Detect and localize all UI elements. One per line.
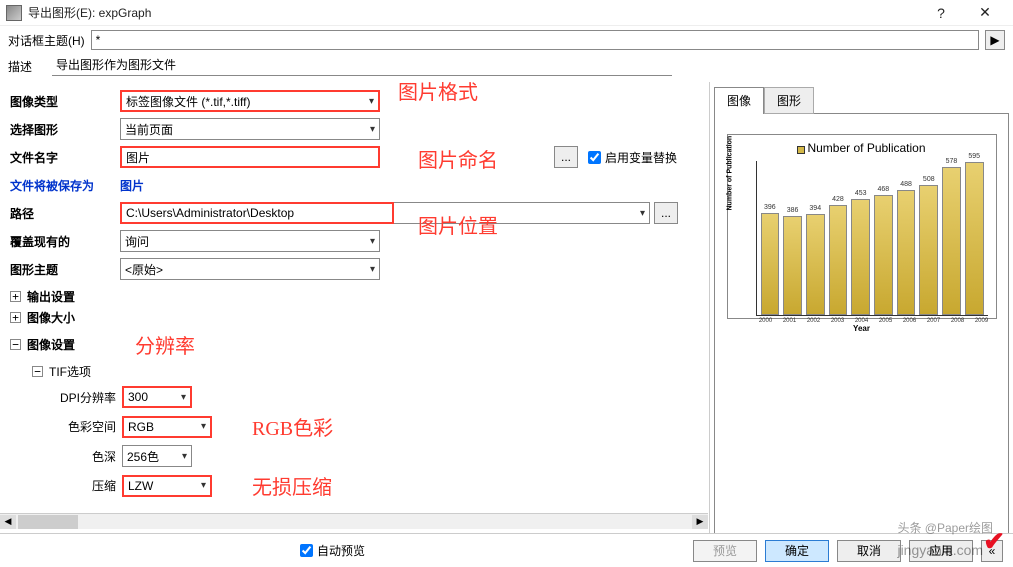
label-graph-theme: 图形主题 <box>10 261 120 278</box>
tree-size[interactable]: +图像大小 <box>10 307 699 328</box>
annotation-location: 图片位置 <box>418 210 498 239</box>
left-panel: 图片格式 图像类型 标签图像文件 (*.tif,*.tiff)▾ 选择图形 当前… <box>0 82 710 563</box>
main-area: 图片格式 图像类型 标签图像文件 (*.tif,*.tiff)▾ 选择图形 当前… <box>0 82 1013 563</box>
label-colorspace: 色彩空间 <box>54 418 122 435</box>
preview-button[interactable]: 预览 <box>693 540 757 562</box>
chart-bar: 394 <box>806 214 825 315</box>
tree-settings[interactable]: −图像设置 分辨率 <box>10 328 699 361</box>
tree-tif[interactable]: −TIF选项 <box>32 361 699 382</box>
help-button[interactable]: ? <box>919 0 963 26</box>
chart-bar: 508 <box>919 185 938 315</box>
annotation-naming: 图片命名 <box>418 144 498 173</box>
select-image-type[interactable]: 标签图像文件 (*.tif,*.tiff)▾ <box>120 90 380 112</box>
tab-graph[interactable]: 图形 <box>764 87 814 114</box>
browse-path-button[interactable]: ... <box>654 202 678 224</box>
label-image-type: 图像类型 <box>10 93 120 110</box>
chart-ylabel: Number of Publication <box>726 135 733 210</box>
label-compress: 压缩 <box>54 477 122 494</box>
preview-tabs: 图像 图形 <box>710 82 1013 113</box>
chart-bar: 396 <box>761 213 780 315</box>
preview-pane: Number of Publication Number of Publicat… <box>714 113 1009 559</box>
minus-icon[interactable]: − <box>10 339 21 350</box>
label-overwrite: 覆盖现有的 <box>10 233 120 250</box>
annotation-rgb: RGB色彩 <box>252 412 333 441</box>
input-path[interactable]: C:\Users\Administrator\Desktop <box>120 202 394 224</box>
right-panel: 图像 图形 Number of Publication Number of Pu… <box>710 82 1013 563</box>
tree-output[interactable]: +输出设置 <box>10 286 699 307</box>
chart-bar: 428 <box>829 205 848 315</box>
chart-bar: 595 <box>965 162 984 315</box>
label-file-name: 文件名字 <box>10 149 120 166</box>
theme-input[interactable] <box>91 30 979 50</box>
chart-bar: 386 <box>783 216 802 315</box>
label-path: 路径 <box>10 205 120 222</box>
apply-button[interactable]: 应用 <box>909 540 973 562</box>
annotation-lossless: 无损压缩 <box>252 471 332 500</box>
label-dpi: DPI分辨率 <box>54 389 122 406</box>
plus-icon[interactable]: + <box>10 291 21 302</box>
label-save-as: 文件将被保存为 <box>10 177 120 194</box>
desc-value: 导出图形作为图形文件 <box>52 56 672 76</box>
settings-tree: +输出设置 +图像大小 −图像设置 分辨率 −TIF选项 DPI分辨率 300▾… <box>10 286 699 500</box>
desc-label: 描述 <box>8 58 32 75</box>
annotation-resolution: 分辨率 <box>135 330 195 359</box>
annotation-format: 图片格式 <box>398 82 478 105</box>
select-graph-theme[interactable]: <原始>▾ <box>120 258 380 280</box>
chart-bar: 578 <box>942 167 961 315</box>
tab-image[interactable]: 图像 <box>714 87 764 114</box>
chart-bar: 468 <box>874 195 893 315</box>
titlebar: 导出图形(E): expGraph ? ✕ <box>0 0 1013 26</box>
app-icon <box>6 5 22 21</box>
label-select-graph: 选择图形 <box>10 121 120 138</box>
select-depth[interactable]: 256色▾ <box>122 445 192 467</box>
select-compression[interactable]: LZW▾ <box>122 475 212 497</box>
scroll-left-icon[interactable]: ◀ <box>0 515 16 529</box>
checkbox-enable-var[interactable]: 启用变量替换 <box>588 149 677 166</box>
checkbox-auto-preview[interactable]: 自动预览 <box>300 542 365 559</box>
minus-icon[interactable]: − <box>32 366 43 377</box>
plus-icon[interactable]: + <box>10 312 21 323</box>
browse-file-button[interactable]: ... <box>554 146 578 168</box>
ok-button[interactable]: 确定 <box>765 540 829 562</box>
scroll-thumb[interactable] <box>18 515 78 529</box>
select-overwrite[interactable]: 询问▾ <box>120 230 380 252</box>
theme-play-button[interactable]: ▶ <box>985 30 1005 50</box>
scroll-right-icon[interactable]: ▶ <box>692 515 708 529</box>
save-as-value: 图片 <box>120 177 144 194</box>
desc-row: 描述 导出图形作为图形文件 <box>0 54 1013 82</box>
checkmark-icon: ✔ <box>983 526 1005 557</box>
chart-legend: Number of Publication <box>732 139 992 157</box>
cancel-button[interactable]: 取消 <box>837 540 901 562</box>
theme-label: 对话框主题(H) <box>8 32 85 49</box>
hscrollbar[interactable]: ◀ ▶ <box>0 513 708 529</box>
select-dpi[interactable]: 300▾ <box>122 386 192 408</box>
label-depth: 色深 <box>54 448 122 465</box>
window-title: 导出图形(E): expGraph <box>28 4 919 21</box>
select-graph[interactable]: 当前页面▾ <box>120 118 380 140</box>
select-colorspace[interactable]: RGB▾ <box>122 416 212 438</box>
close-button[interactable]: ✕ <box>963 0 1007 26</box>
chart-xlabel: Year <box>732 324 992 333</box>
bottom-bar: 自动预览 预览 确定 取消 应用 « <box>0 533 1013 567</box>
chart-preview: Number of Publication Number of Publicat… <box>727 134 997 319</box>
chart-bar: 453 <box>851 199 870 315</box>
input-file-name[interactable] <box>120 146 380 168</box>
theme-row: 对话框主题(H) ▶ <box>0 26 1013 54</box>
chart-plot: 396386394428453468488508578595 <box>756 161 988 316</box>
chart-bar: 488 <box>897 190 916 315</box>
